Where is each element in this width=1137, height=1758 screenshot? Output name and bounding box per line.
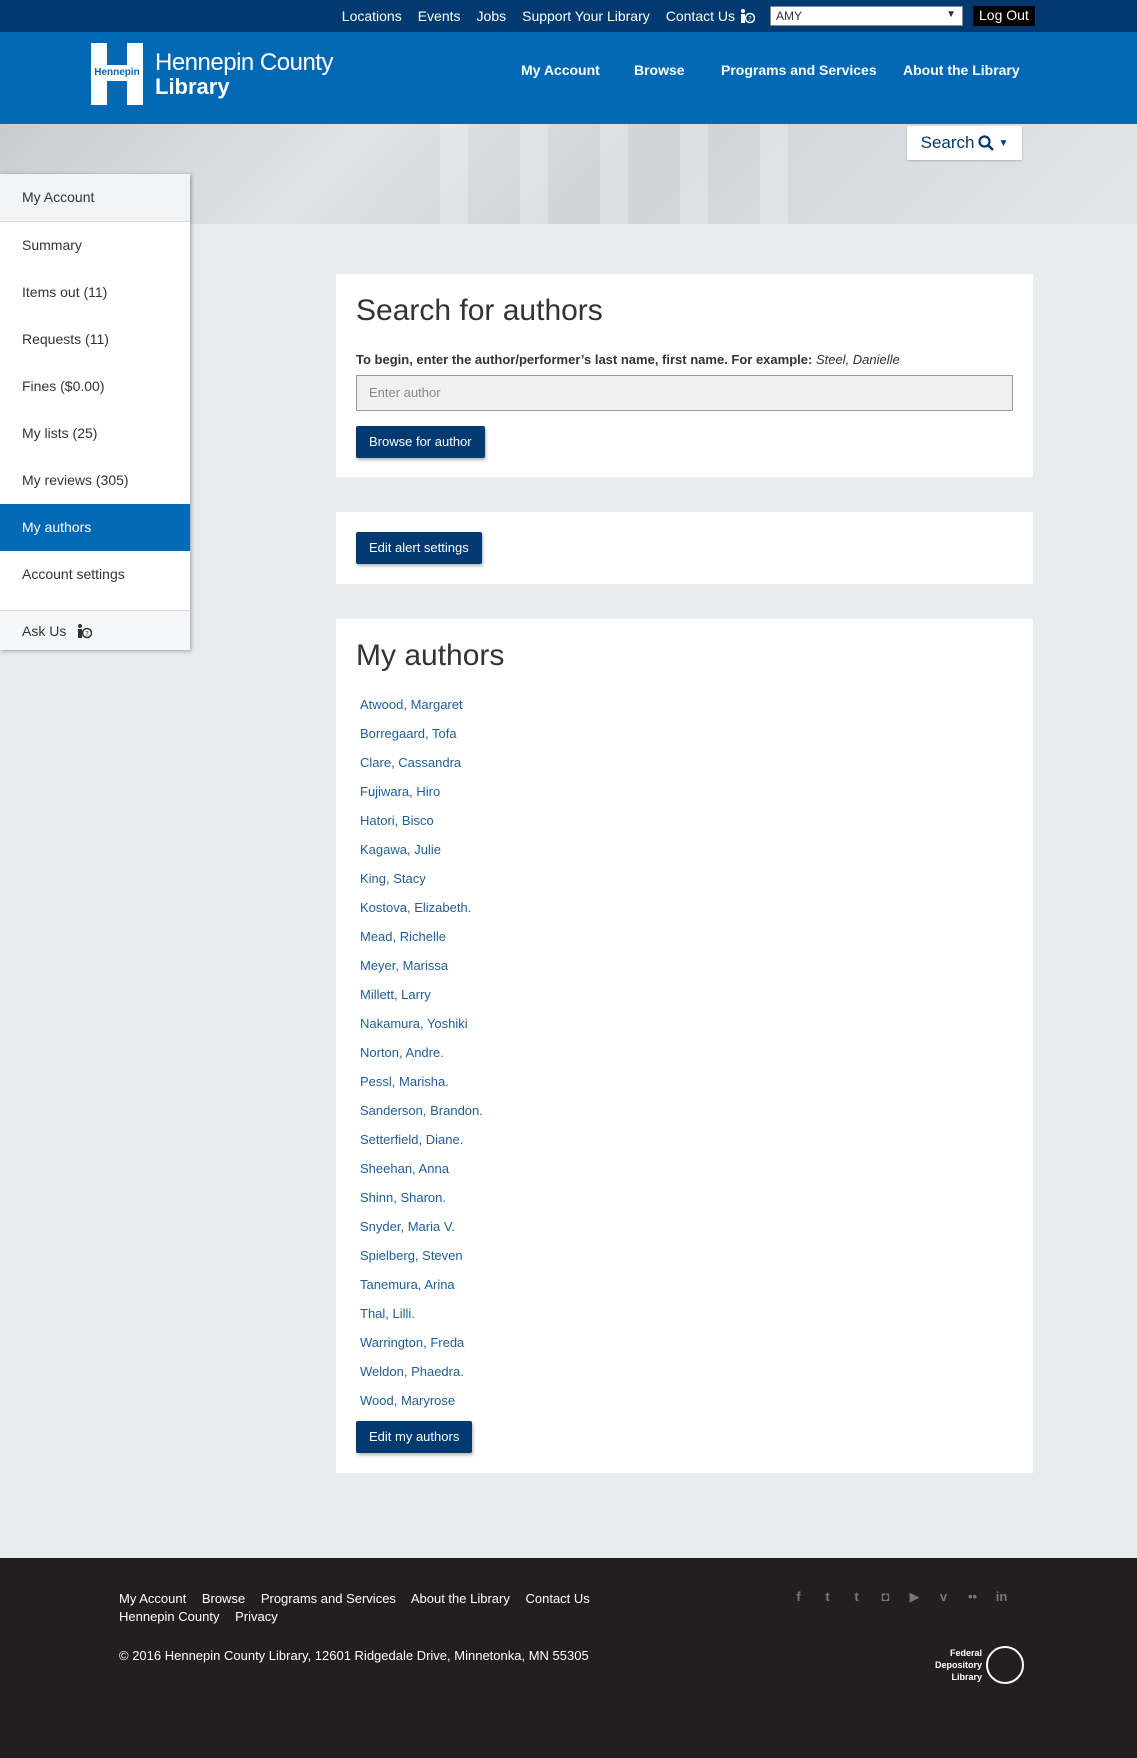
ask-us-icon: ?: [78, 623, 93, 638]
author-link[interactable]: Weldon, Phaedra.: [360, 1364, 1013, 1393]
utility-bar: Locations Events Jobs Support Your Libra…: [0, 0, 1137, 32]
facebook-icon[interactable]: f: [790, 1588, 807, 1605]
edit-alert-settings-button[interactable]: Edit alert settings: [356, 532, 482, 564]
footer-copyright: © 2016 Hennepin County Library, 12601 Ri…: [119, 1648, 589, 1663]
author-link[interactable]: Norton, Andre.: [360, 1045, 1013, 1074]
contact-us-label: Contact Us: [665, 8, 735, 24]
utility-link-events[interactable]: Events: [410, 8, 469, 24]
author-link[interactable]: Clare, Cassandra: [360, 755, 1013, 784]
sidebar-header[interactable]: My Account: [0, 174, 190, 222]
utility-links: Locations Events Jobs Support Your Libra…: [334, 0, 763, 32]
svg-text:?: ?: [748, 15, 752, 23]
sidebar-ask-us[interactable]: Ask Us ?: [0, 610, 190, 650]
author-link[interactable]: Tanemura, Arina: [360, 1277, 1013, 1306]
vimeo-icon[interactable]: v: [935, 1588, 952, 1605]
account-sidebar: My Account Summary Items out (11) Reques…: [0, 174, 190, 650]
footer-link-contact[interactable]: Contact Us: [525, 1591, 589, 1606]
search-authors-panel: Search for authors To begin, enter the a…: [336, 274, 1033, 477]
footer-link-programs[interactable]: Programs and Services: [261, 1591, 396, 1606]
author-link[interactable]: Mead, Richelle: [360, 929, 1013, 958]
author-link[interactable]: Spielberg, Steven: [360, 1248, 1013, 1277]
sidebar-item-my-authors[interactable]: My authors: [0, 504, 190, 551]
sidebar-item-items-out[interactable]: Items out (11): [0, 269, 190, 316]
nav-about-library[interactable]: About the Library: [903, 62, 1020, 78]
author-link[interactable]: Borregaard, Tofa: [360, 726, 1013, 755]
author-link[interactable]: Sanderson, Brandon.: [360, 1103, 1013, 1132]
footer-link-privacy[interactable]: Privacy: [235, 1609, 278, 1624]
footer-link-about[interactable]: About the Library: [411, 1591, 510, 1606]
author-link[interactable]: Millett, Larry: [360, 987, 1013, 1016]
instagram-icon[interactable]: ◘: [877, 1588, 894, 1605]
search-hint-example: Steel, Danielle: [815, 352, 900, 367]
chevron-down-icon: ▼: [946, 9, 956, 20]
author-link[interactable]: Shinn, Sharon.: [360, 1190, 1013, 1219]
linkedin-icon[interactable]: in: [993, 1588, 1010, 1605]
ask-us-icon: ?: [741, 9, 755, 24]
utility-link-jobs[interactable]: Jobs: [469, 8, 515, 24]
search-label: Search: [920, 133, 975, 152]
sidebar-item-summary[interactable]: Summary: [0, 222, 190, 269]
utility-link-contact[interactable]: Contact Us ?: [658, 8, 763, 24]
logout-button[interactable]: Log Out: [973, 6, 1035, 26]
author-search-input[interactable]: Enter author: [356, 375, 1013, 411]
search-icon: [978, 135, 995, 151]
sidebar-item-requests[interactable]: Requests (11): [0, 316, 190, 363]
author-link[interactable]: Pessl, Marisha.: [360, 1074, 1013, 1103]
edit-my-authors-button[interactable]: Edit my authors: [356, 1421, 473, 1453]
search-hint: To begin, enter the author/performer’s l…: [356, 352, 900, 367]
site-header: Hennepin Hennepin County Library My Acco…: [0, 32, 1137, 124]
sidebar-item-fines[interactable]: Fines ($0.00): [0, 363, 190, 410]
author-link[interactable]: Hatori, Bisco: [360, 813, 1013, 842]
federal-depository-library: Federal Depository Library: [935, 1646, 1025, 1684]
user-select[interactable]: AMY ▼: [770, 6, 963, 26]
sidebar-item-my-reviews[interactable]: My reviews (305): [0, 457, 190, 504]
my-authors-panel: My authors Atwood, Margaret Borregaard, …: [336, 619, 1033, 1473]
twitter-icon[interactable]: t: [819, 1588, 836, 1605]
alert-settings-panel: Edit alert settings: [336, 512, 1033, 584]
sidebar-item-my-lists[interactable]: My lists (25): [0, 410, 190, 457]
browse-author-button[interactable]: Browse for author: [356, 426, 485, 458]
author-link[interactable]: Fujiwara, Hiro: [360, 784, 1013, 813]
flickr-icon[interactable]: ••: [964, 1588, 981, 1605]
author-link[interactable]: Snyder, Maria V.: [360, 1219, 1013, 1248]
footer-link-hennepin-county[interactable]: Hennepin County: [119, 1609, 219, 1624]
utility-link-locations[interactable]: Locations: [334, 8, 410, 24]
author-link[interactable]: Kagawa, Julie: [360, 842, 1013, 871]
author-link[interactable]: Thal, Lilli.: [360, 1306, 1013, 1335]
utility-link-support[interactable]: Support Your Library: [514, 8, 658, 24]
search-toggle-button[interactable]: Search ▼: [907, 126, 1022, 160]
main-nav: My Account Browse Programs and Services …: [0, 32, 1137, 108]
author-list: Atwood, Margaret Borregaard, Tofa Clare,…: [356, 697, 1013, 1422]
author-link[interactable]: Atwood, Margaret: [360, 697, 1013, 726]
author-link[interactable]: King, Stacy: [360, 871, 1013, 900]
footer-link-my-account[interactable]: My Account: [119, 1591, 186, 1606]
footer-links: My Account Browse Programs and Services …: [119, 1590, 639, 1626]
author-link[interactable]: Wood, Maryrose: [360, 1393, 1013, 1422]
author-link[interactable]: Warrington, Freda: [360, 1335, 1013, 1364]
author-link[interactable]: Kostova, Elizabeth.: [360, 900, 1013, 929]
youtube-icon[interactable]: ▶: [906, 1588, 923, 1605]
fdl-logo-icon: [986, 1646, 1025, 1684]
chevron-down-icon: ▼: [998, 137, 1009, 149]
site-footer: My Account Browse Programs and Services …: [0, 1558, 1137, 1758]
my-authors-title: My authors: [356, 639, 505, 672]
nav-my-account[interactable]: My Account: [521, 62, 600, 78]
footer-link-browse[interactable]: Browse: [202, 1591, 245, 1606]
author-link[interactable]: Sheehan, Anna: [360, 1161, 1013, 1190]
user-select-value: AMY: [776, 9, 803, 23]
ask-us-label: Ask Us: [22, 622, 67, 639]
tumblr-icon[interactable]: t: [848, 1588, 865, 1605]
search-authors-title: Search for authors: [356, 294, 603, 327]
social-links: f t t ◘ ▶ v •• in: [790, 1588, 1010, 1605]
nav-programs-services[interactable]: Programs and Services: [721, 62, 877, 78]
svg-text:?: ?: [85, 630, 89, 638]
author-link[interactable]: Nakamura, Yoshiki: [360, 1016, 1013, 1045]
author-link[interactable]: Meyer, Marissa: [360, 958, 1013, 987]
sidebar-item-account-settings[interactable]: Account settings: [0, 551, 190, 598]
nav-browse[interactable]: Browse: [634, 62, 685, 78]
author-link[interactable]: Setterfield, Diane.: [360, 1132, 1013, 1161]
